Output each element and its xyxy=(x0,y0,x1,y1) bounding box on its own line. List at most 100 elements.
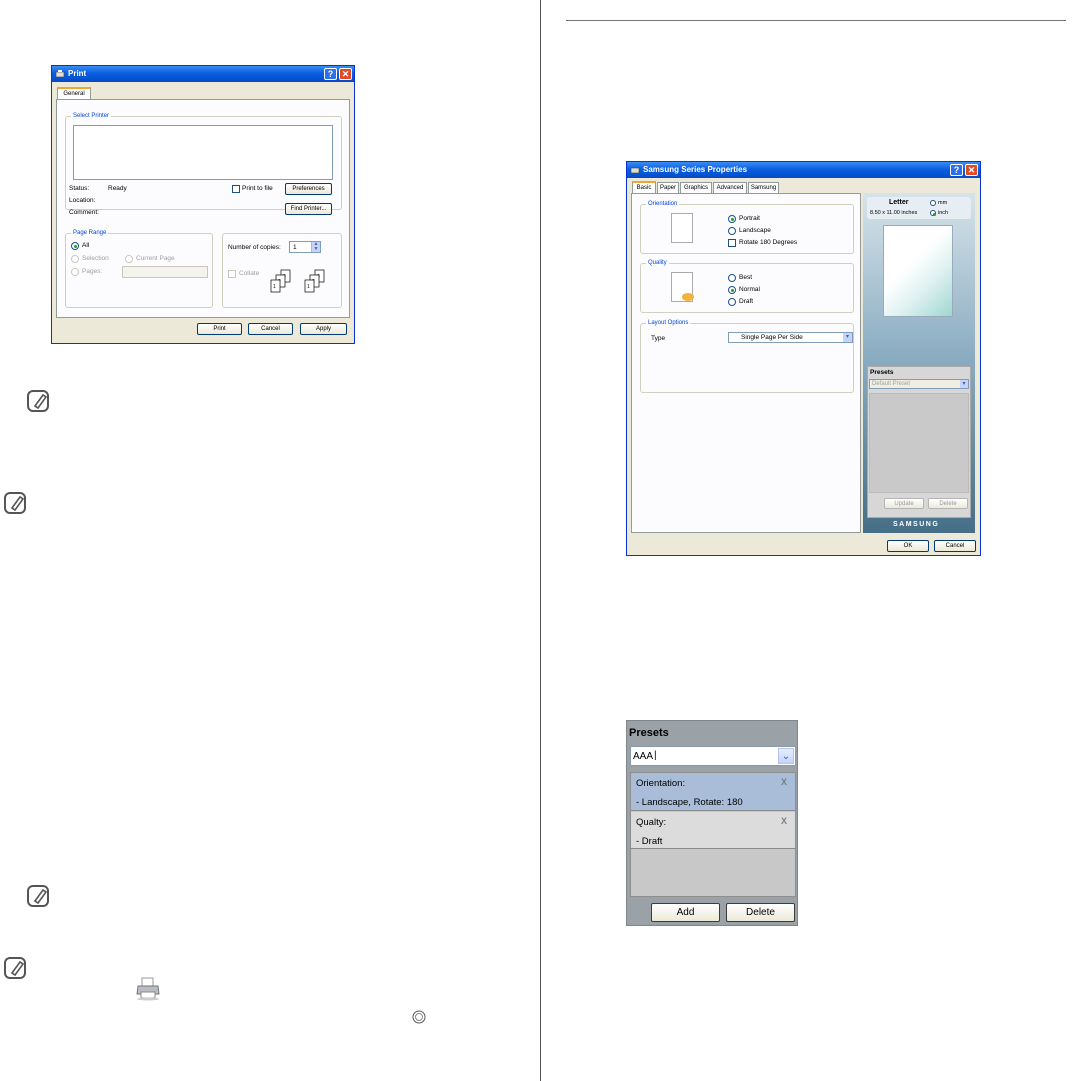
layout-options-label: Layout Options xyxy=(646,319,691,328)
tab-samsung[interactable]: Samsung xyxy=(748,182,779,193)
paper-name: Letter xyxy=(889,199,909,206)
type-select[interactable]: Single Page Per Side ▾ xyxy=(728,332,853,343)
remove-icon[interactable]: X xyxy=(781,777,787,787)
portrait-label: Portrait xyxy=(739,215,760,222)
spinner-icon[interactable]: ▲ ▼ xyxy=(311,242,320,252)
status-label: Status: xyxy=(69,185,90,192)
note-icon xyxy=(27,390,49,412)
tab-graphics[interactable]: Graphics xyxy=(680,182,712,193)
cancel-button[interactable]: Cancel xyxy=(934,540,976,552)
dropdown-arrow-icon[interactable]: ▾ xyxy=(843,333,852,342)
draft-radio[interactable] xyxy=(728,298,736,306)
paper-info: Letter 8.50 x 11.00 inches mm inch xyxy=(867,197,971,219)
pages-input[interactable] xyxy=(122,266,208,278)
add-button[interactable]: Add xyxy=(651,903,720,922)
normal-radio[interactable] xyxy=(728,286,736,294)
svg-text:1: 1 xyxy=(307,284,310,290)
range-all-radio[interactable] xyxy=(71,242,79,250)
section-rule xyxy=(566,20,1066,21)
dropdown-arrow-icon[interactable]: ▾ xyxy=(960,380,968,388)
portrait-radio[interactable] xyxy=(728,215,736,223)
stop-button-icon xyxy=(412,1010,426,1024)
landscape-label: Landscape xyxy=(739,227,771,234)
preset-item-quality[interactable]: Qualty: - Draft X xyxy=(631,812,795,849)
unit-inch-radio[interactable] xyxy=(930,210,936,216)
preferences-button[interactable]: Preferences xyxy=(285,183,332,195)
general-panel: Select Printer Status: Ready Location: C… xyxy=(56,99,350,318)
tab-general[interactable]: General xyxy=(57,87,91,99)
copies-group: Number of copies: 1 ▲▼ Collate 3 2 1 3 2… xyxy=(222,233,342,308)
preset-item-label: Qualty: xyxy=(636,817,667,828)
copies-value: 1 xyxy=(293,244,297,251)
range-current-page-label: Current Page xyxy=(136,255,175,262)
dialog-title: Samsung Series Properties xyxy=(643,165,748,174)
delete-button[interactable]: Delete xyxy=(726,903,795,922)
copies-input[interactable]: 1 ▲ ▼ xyxy=(289,241,321,253)
quality-group: Quality Best Normal Draft xyxy=(640,259,854,313)
ok-button[interactable]: OK xyxy=(887,540,929,552)
apply-button[interactable]: Apply xyxy=(300,323,347,335)
collate-label: Collate xyxy=(239,270,260,277)
paper-size: 8.50 x 11.00 inches xyxy=(870,210,918,216)
preset-name-value: AAA xyxy=(633,751,654,762)
preset-detail-list xyxy=(869,393,969,493)
layout-options-group: Layout Options Type Single Page Per Side… xyxy=(640,319,854,393)
status-value: Ready xyxy=(108,185,127,192)
cancel-button[interactable]: Cancel xyxy=(248,323,293,335)
note-icon xyxy=(4,492,26,514)
range-pages-label: Pages: xyxy=(82,268,103,275)
best-radio[interactable] xyxy=(728,274,736,282)
comment-label: Comment: xyxy=(69,209,99,216)
tab-paper[interactable]: Paper xyxy=(657,182,679,193)
collate-checkbox[interactable] xyxy=(228,270,236,278)
preset-select[interactable]: Default Preset ▾ xyxy=(869,379,969,389)
portrait-preview-icon xyxy=(671,213,693,243)
presets-zoom-panel: Presets AAA | ⌄ Orientation: - Landscape… xyxy=(626,720,798,926)
help-icon[interactable]: ? xyxy=(324,68,337,80)
text-cursor: | xyxy=(654,750,657,761)
range-all-label: All xyxy=(82,242,90,249)
print-dialog: Print ? ✕ General Select Printer Status:… xyxy=(51,65,355,344)
preset-item-orientation[interactable]: Orientation: - Landscape, Rotate: 180 X xyxy=(631,773,795,811)
page-range-label: Page Range xyxy=(71,229,109,238)
printer-icon xyxy=(630,167,640,174)
tab-advanced[interactable]: Advanced xyxy=(713,182,747,193)
close-icon[interactable]: ✕ xyxy=(965,164,978,176)
help-icon[interactable]: ? xyxy=(950,164,963,176)
note-icon xyxy=(4,957,26,979)
rotate-label: Rotate 180 Degrees xyxy=(739,239,798,246)
unit-mm-label: mm xyxy=(938,200,948,206)
type-value: Single Page Per Side xyxy=(741,334,803,341)
dropdown-arrow-icon[interactable]: ⌄ xyxy=(778,748,794,764)
tab-basic[interactable]: Basic xyxy=(632,181,656,193)
delete-button[interactable]: Delete xyxy=(928,498,968,509)
quality-label: Quality xyxy=(646,259,669,268)
copies-label: Number of copies: xyxy=(228,244,281,251)
range-current-page-radio[interactable] xyxy=(125,255,133,263)
presets-title: Presets xyxy=(629,727,669,739)
samsung-logo: SAMSUNG xyxy=(893,521,940,528)
print-to-file-checkbox[interactable] xyxy=(232,185,240,193)
range-pages-radio[interactable] xyxy=(71,268,79,276)
normal-label: Normal xyxy=(739,286,760,293)
rotate-checkbox[interactable] xyxy=(728,239,736,247)
page-preview xyxy=(883,225,953,317)
range-selection-radio[interactable] xyxy=(71,255,79,263)
update-button[interactable]: Update xyxy=(884,498,924,509)
preset-item-value: - Landscape, Rotate: 180 xyxy=(636,797,743,808)
printer-list[interactable] xyxy=(73,125,333,180)
preset-name-input[interactable]: AAA | ⌄ xyxy=(630,746,796,766)
print-button[interactable]: Print xyxy=(197,323,242,335)
unit-mm-radio[interactable] xyxy=(930,200,936,206)
basic-panel: Orientation Portrait Landscape Rotate 18… xyxy=(631,193,861,533)
remove-icon[interactable]: X xyxy=(781,816,787,826)
print-to-file-label: Print to file xyxy=(242,185,273,192)
find-printer-button[interactable]: Find Printer... xyxy=(285,203,332,215)
landscape-radio[interactable] xyxy=(728,227,736,235)
collate-pages-icon: 3 2 1 3 2 1 xyxy=(270,269,325,293)
preset-item-label: Orientation: xyxy=(636,778,686,789)
svg-text:1: 1 xyxy=(273,284,276,290)
printer-icon xyxy=(136,977,160,1001)
title-bar: Print ? ✕ xyxy=(52,66,354,82)
close-icon[interactable]: ✕ xyxy=(339,68,352,80)
